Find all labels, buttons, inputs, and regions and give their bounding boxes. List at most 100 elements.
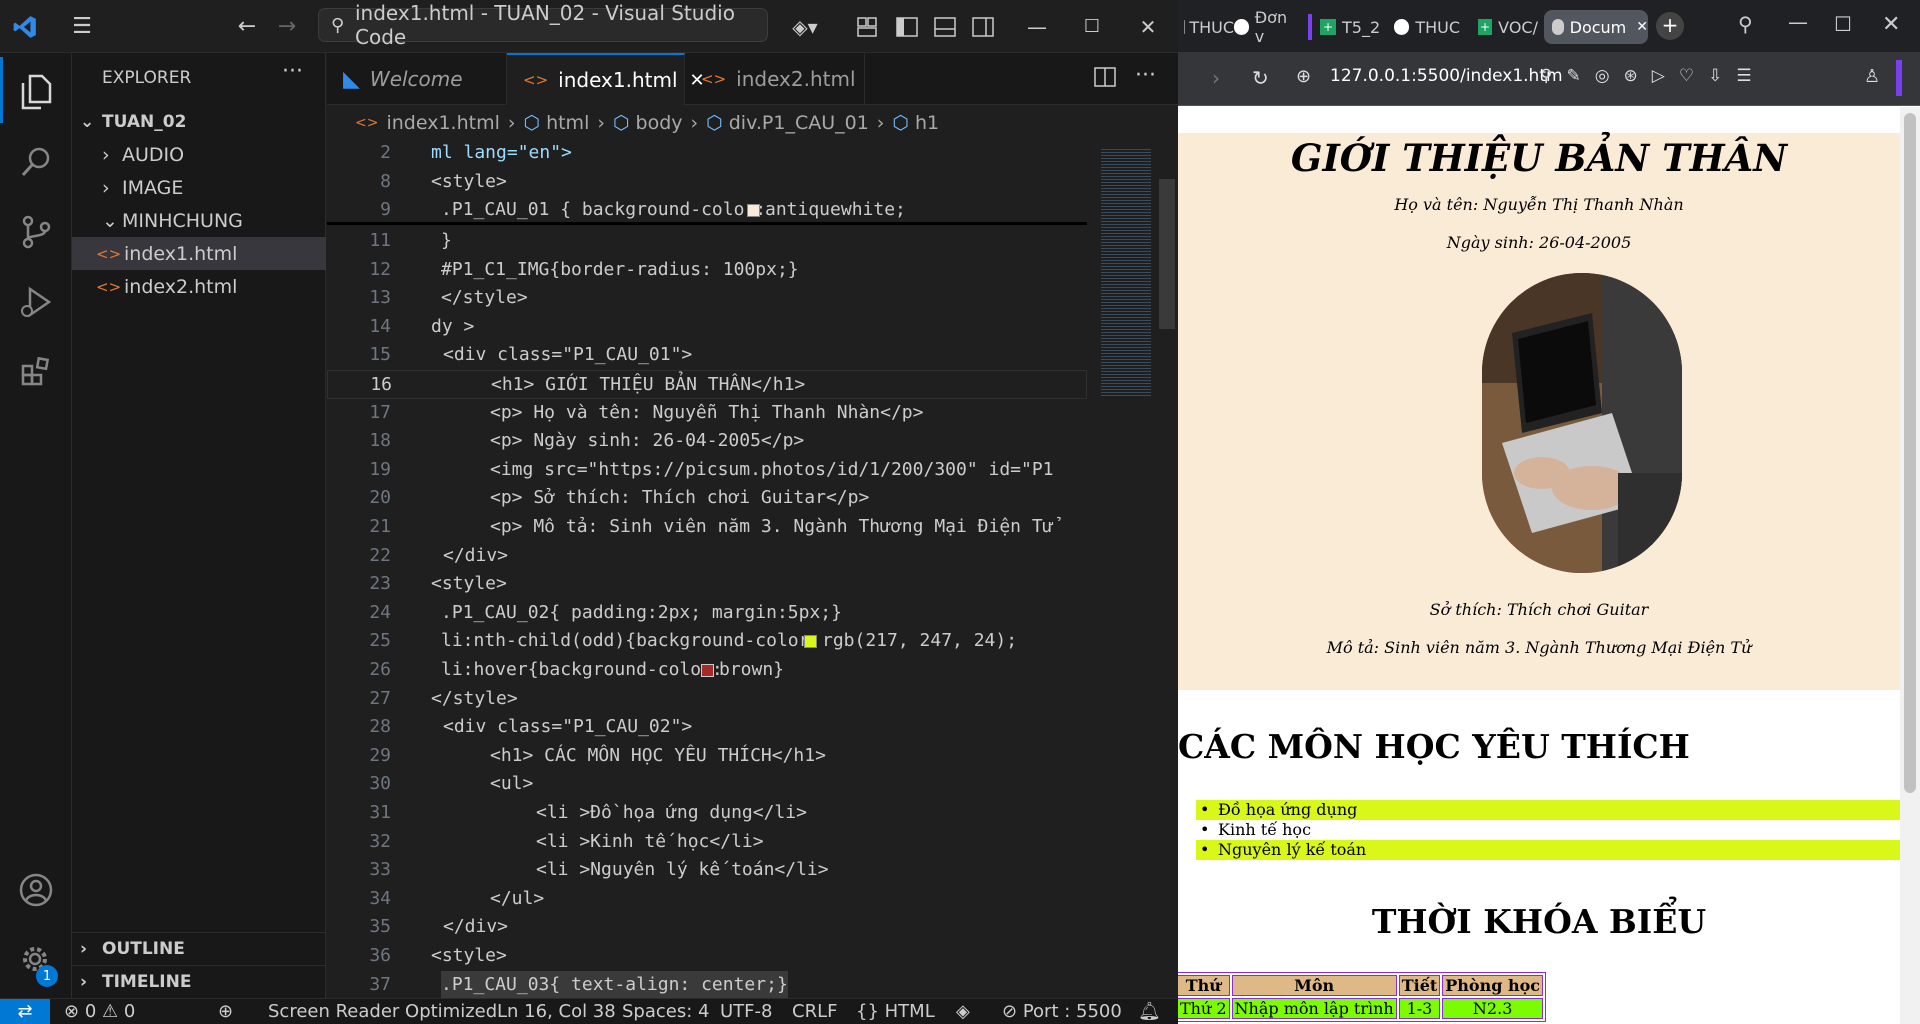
reload-icon[interactable]: ↻ xyxy=(1252,66,1269,90)
notifications-bell-icon[interactable]: 🔔︎ xyxy=(1138,999,1161,1024)
site-info-icon[interactable]: ⊕ xyxy=(1296,66,1311,87)
line-number: 17 xyxy=(369,401,391,423)
minimize-icon[interactable]: — xyxy=(1022,0,1052,53)
language-mode[interactable]: {} HTML xyxy=(856,999,935,1024)
maximize-icon[interactable]: ☐ xyxy=(1077,0,1107,53)
manage-gear-icon[interactable]: 1 xyxy=(0,925,72,995)
browser-tab-label: Docum xyxy=(1569,17,1627,37)
browser-tab[interactable]: THUC xyxy=(1394,12,1460,42)
timeline-section[interactable]: › TIMELINE xyxy=(72,965,326,998)
color-swatch[interactable] xyxy=(804,635,817,649)
menu-icon[interactable]: ☰ xyxy=(64,0,100,53)
indentation[interactable]: Spaces: 4 xyxy=(622,999,709,1024)
more-actions-icon[interactable]: ··· xyxy=(282,59,303,84)
close-window-icon[interactable]: ✕ xyxy=(1882,12,1900,37)
scrollbar-thumb[interactable] xyxy=(1159,179,1175,329)
explorer-icon[interactable] xyxy=(0,57,72,127)
cursor-position[interactable]: Ln 16, Col 38 xyxy=(497,999,616,1024)
browser-tab-active[interactable]: Docum ✕ xyxy=(1544,10,1648,44)
copilot-icon[interactable]: ◈▾ xyxy=(785,0,825,53)
tab-group-marker xyxy=(1308,14,1312,40)
color-swatch[interactable] xyxy=(747,204,760,218)
toolbar-icons[interactable]: ⚲✎◎⊛▷♡⇩☰ xyxy=(1540,66,1766,86)
browser-tab[interactable]: + T5_2 xyxy=(1320,12,1388,42)
html-file-icon: <> xyxy=(701,70,727,88)
line-number: 9 xyxy=(380,199,391,221)
folder-audio[interactable]: › AUDIO xyxy=(72,138,326,171)
breadcrumb-item[interactable]: index1.html xyxy=(386,112,499,134)
source-control-icon[interactable] xyxy=(0,197,72,267)
search-tabs-icon[interactable]: ⚲ xyxy=(1738,12,1753,36)
close-window-icon[interactable]: ✕ xyxy=(1133,0,1163,53)
browser-tab[interactable]: + VOC/ xyxy=(1478,12,1538,42)
line-number: 34 xyxy=(369,887,391,909)
encoding[interactable]: UTF-8 xyxy=(720,999,772,1024)
browser-tab[interactable]: THUC xyxy=(1184,12,1234,42)
search-icon[interactable] xyxy=(0,127,72,197)
file-index1[interactable]: <> index1.html xyxy=(72,237,326,270)
remote-indicator-icon[interactable]: ⇄ xyxy=(0,999,50,1024)
code-line: 25 li:nth-child(odd){background-color: rgb… xyxy=(327,627,1087,656)
code-editor[interactable]: 2 ml lang="en"> 8 <style> 9 .P1_CAU_01 { ba… xyxy=(327,139,1087,998)
subject-item[interactable]: • Nguyên lý kế toán xyxy=(1196,840,1900,860)
line-number: 18 xyxy=(369,430,391,452)
url-field[interactable]: 127.0.0.1:5500/index1.htm xyxy=(1330,66,1563,86)
tab-index2[interactable]: <> index2.html xyxy=(685,53,865,105)
screen-reader-status[interactable]: Screen Reader Optimized xyxy=(268,999,497,1024)
breadcrumb-item[interactable]: h1 xyxy=(915,112,939,134)
page-scrollbar[interactable] xyxy=(1900,107,1920,1024)
no-entry-icon: ⊘ xyxy=(1002,1001,1018,1022)
run-debug-icon[interactable] xyxy=(0,267,72,337)
account-icon[interactable] xyxy=(0,855,72,925)
line-number: 8 xyxy=(380,170,391,192)
customize-layout-icon[interactable] xyxy=(852,0,882,53)
new-tab-icon[interactable]: + xyxy=(1656,12,1684,40)
subject-item[interactable]: • Đồ họa ứng dụng xyxy=(1196,800,1900,820)
vscode-window: ☰ ← → ⚲ index1.html - TUAN_02 - Visual S… xyxy=(0,0,1178,1024)
code-line: 12 #P1_C1_IMG{border-radius: 100px;} xyxy=(327,256,1087,285)
outline-section[interactable]: › OUTLINE xyxy=(72,932,326,965)
command-center[interactable]: ⚲ index1.html - TUAN_02 - Visual Studio … xyxy=(318,1,768,49)
toggle-sidebar-icon[interactable] xyxy=(892,0,922,53)
html-file-icon: <> xyxy=(523,71,549,89)
folder-minhchung[interactable]: ⌄ MINHCHUNG xyxy=(72,204,326,237)
toggle-panel-icon[interactable] xyxy=(930,0,960,53)
folder-image[interactable]: › IMAGE xyxy=(72,171,326,204)
zoom-icon[interactable]: ⊕ xyxy=(218,999,233,1024)
close-tab-icon[interactable]: ✕ xyxy=(1636,19,1648,35)
line-number: 19 xyxy=(369,458,391,480)
color-swatch[interactable] xyxy=(701,664,714,677)
line-ending[interactable]: CRLF xyxy=(792,999,837,1024)
tab-label: Welcome xyxy=(369,67,463,91)
tab-index1[interactable]: <> index1.html ✕ xyxy=(507,53,705,105)
browser-tab[interactable]: Đơn v xyxy=(1234,8,1298,46)
problems-indicator[interactable]: ⊗ 0 ⚠ 0 xyxy=(64,999,135,1024)
editor-area: ◣ Welcome <> index1.html ✕ <> index2.html ·… xyxy=(327,53,1178,998)
file-index2[interactable]: <> index2.html xyxy=(72,270,326,303)
minimap[interactable] xyxy=(1097,139,1178,998)
split-editor-icon[interactable] xyxy=(1094,67,1116,91)
minimize-icon[interactable]: — xyxy=(1788,10,1808,34)
subject-label: Kinh tế học xyxy=(1218,820,1312,839)
more-actions-icon[interactable]: ··· xyxy=(1135,63,1156,88)
breadcrumb-item[interactable]: html xyxy=(546,112,589,134)
code-text: <div class="P1_CAU_02"> xyxy=(443,716,693,738)
forward-arrow-icon[interactable]: › xyxy=(1212,66,1220,90)
live-server-status[interactable]: ⊘ Port : 5500 xyxy=(1002,999,1122,1024)
extensions-icon[interactable] xyxy=(0,337,72,407)
toggle-secondary-sidebar-icon[interactable] xyxy=(968,0,998,53)
breadcrumb-item[interactable]: div.P1_CAU_01 xyxy=(729,112,869,134)
globe-icon xyxy=(1552,19,1564,35)
table-header: Môn xyxy=(1231,975,1397,996)
breadcrumb-item[interactable]: body xyxy=(636,112,683,134)
folder-root[interactable]: ⌄ TUAN_02 xyxy=(72,105,326,138)
profile-icon[interactable]: ♙ xyxy=(1864,66,1880,87)
forward-arrow-icon[interactable]: → xyxy=(272,0,302,53)
maximize-icon[interactable]: ☐ xyxy=(1834,12,1852,36)
subject-item[interactable]: • Kinh tế học xyxy=(1196,820,1900,840)
line-number: 22 xyxy=(369,544,391,566)
copilot-status-icon[interactable]: ◈ xyxy=(956,999,970,1024)
back-arrow-icon[interactable]: ← xyxy=(232,0,262,53)
tab-welcome[interactable]: ◣ Welcome xyxy=(327,53,507,105)
scrollbar-thumb[interactable] xyxy=(1904,113,1916,793)
